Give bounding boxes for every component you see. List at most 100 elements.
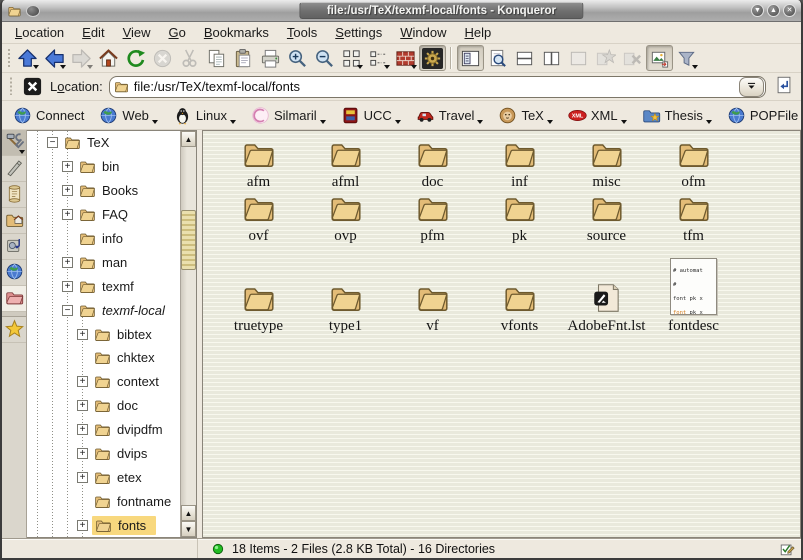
titlebar[interactable]: file:/usr/TeX/texmf-local/fonts - Konque…	[2, 0, 801, 22]
stop-button[interactable]	[149, 45, 176, 71]
collapse-icon[interactable]	[62, 305, 73, 316]
close-tab-button[interactable]	[619, 45, 646, 71]
cut-button[interactable]	[176, 45, 203, 71]
folder-item-afml[interactable]: afml	[302, 137, 389, 191]
expand-icon[interactable]	[77, 400, 88, 411]
zoom-in-button[interactable]	[284, 45, 311, 71]
expand-icon[interactable]	[77, 329, 88, 340]
folder-item-ovf[interactable]: ovf	[215, 191, 302, 245]
bookmark-web[interactable]: Web	[95, 104, 162, 127]
tree-item-fontname[interactable]: fontname	[27, 489, 180, 513]
split-left-right-button[interactable]	[538, 45, 565, 71]
image-preview-button[interactable]	[646, 45, 673, 71]
tree-item-etex[interactable]: etex	[27, 465, 180, 489]
filter-button[interactable]	[673, 45, 700, 71]
expand-icon[interactable]	[62, 281, 73, 292]
bookmark-ucc[interactable]: UCC	[337, 104, 405, 127]
paste-button[interactable]	[230, 45, 257, 71]
folder-item-ovp[interactable]: ovp	[302, 191, 389, 245]
menu-edit[interactable]: Edit	[73, 23, 113, 42]
folder-item-misc[interactable]: misc	[563, 137, 650, 191]
bricks-button[interactable]	[392, 45, 419, 71]
bookmark-linux[interactable]: Linux	[169, 104, 240, 127]
sidebar-tab-pen[interactable]	[2, 156, 26, 182]
close-button[interactable]: ✕	[783, 4, 796, 17]
expand-icon[interactable]	[77, 448, 88, 459]
sidebar-tab-root[interactable]	[2, 286, 26, 312]
list-view-button[interactable]	[365, 45, 392, 71]
file-item-fontdesc[interactable]: # automat # font pk x font pk x font pk …	[650, 258, 737, 335]
expand-icon[interactable]	[77, 424, 88, 435]
sidebar-configure-button[interactable]	[2, 130, 26, 156]
expand-icon[interactable]	[77, 520, 88, 531]
folder-item-afm[interactable]: afm	[215, 137, 302, 191]
minimize-button[interactable]: ▼	[751, 4, 764, 17]
zoom-out-button[interactable]	[311, 45, 338, 71]
folder-item-truetype[interactable]: truetype	[215, 281, 302, 335]
expand-icon[interactable]	[62, 209, 73, 220]
expand-icon[interactable]	[77, 472, 88, 483]
menu-bookmarks[interactable]: Bookmarks	[195, 23, 278, 42]
copy-button[interactable]	[203, 45, 230, 71]
folder-item-ofm[interactable]: ofm	[650, 137, 737, 191]
bookmark-tex[interactable]: TeX	[494, 104, 556, 127]
sidebar-tab-history[interactable]	[2, 182, 26, 208]
tree-item-bin[interactable]: bin	[27, 155, 180, 179]
find-button[interactable]	[484, 45, 511, 71]
sidebar-tab-bookmarks[interactable]	[2, 317, 26, 343]
home-button[interactable]	[95, 45, 122, 71]
print-button[interactable]	[257, 45, 284, 71]
folder-item-tfm[interactable]: tfm	[650, 191, 737, 245]
sticky-button[interactable]	[26, 5, 40, 17]
menu-tools[interactable]: Tools	[278, 23, 326, 42]
maximize-button[interactable]: ▲	[767, 4, 780, 17]
tree-item-books[interactable]: Books	[27, 179, 180, 203]
tree-scrollbar[interactable]: ▲ ▲ ▼	[180, 131, 196, 537]
up-button[interactable]	[14, 45, 41, 71]
bookmark-connect[interactable]: Connect	[9, 104, 88, 127]
file-item-adobefnt[interactable]: AdobeFnt.lst	[563, 281, 650, 335]
forward-button[interactable]	[68, 45, 95, 71]
menu-window[interactable]: Window	[391, 23, 455, 42]
tree-item-dvips[interactable]: dvips	[27, 442, 180, 466]
menu-location[interactable]: Location	[6, 23, 73, 42]
sidebar-toggle-button[interactable]	[457, 45, 484, 71]
tree-item-chktex[interactable]: chktex	[27, 346, 180, 370]
sidebar-tab-home[interactable]	[2, 208, 26, 234]
toolbar-grip[interactable]	[5, 46, 12, 70]
bookmark-xml[interactable]: XMLXML	[564, 104, 631, 127]
view-settings-icon[interactable]	[779, 541, 795, 557]
tree-item-faq[interactable]: FAQ	[27, 203, 180, 227]
collapse-icon[interactable]	[47, 137, 58, 148]
location-toolbar-grip[interactable]	[7, 75, 14, 98]
folder-item-vfonts[interactable]: vfonts	[476, 281, 563, 335]
scroll-up-button[interactable]: ▲	[181, 131, 196, 147]
tree-item-dvipdfm[interactable]: dvipdfm	[27, 418, 180, 442]
scrollbar-track[interactable]	[181, 147, 196, 505]
folder-item-pfm[interactable]: pfm	[389, 191, 476, 245]
new-tab-button[interactable]	[592, 45, 619, 71]
sidebar-tab-services[interactable]	[2, 234, 26, 260]
tree-item-fonts[interactable]: fonts	[27, 513, 180, 537]
scroll-down-button[interactable]: ▼	[181, 521, 196, 537]
tree-item-info[interactable]: info	[27, 227, 180, 251]
menu-settings[interactable]: Settings	[326, 23, 391, 42]
expand-icon[interactable]	[62, 161, 73, 172]
tree-item-doc[interactable]: doc	[27, 394, 180, 418]
gear-button[interactable]	[419, 45, 446, 71]
menu-go[interactable]: Go	[160, 23, 195, 42]
split-top-bottom-button[interactable]	[511, 45, 538, 71]
folder-item-source[interactable]: source	[563, 191, 650, 245]
folder-item-pk[interactable]: pk	[476, 191, 563, 245]
folder-item-doc[interactable]: doc	[389, 137, 476, 191]
bookmark-silmaril[interactable]: Silmaril	[247, 104, 330, 127]
location-dropdown-button[interactable]	[739, 77, 764, 97]
bookmark-popfile[interactable]: POPFile	[723, 104, 802, 127]
scroll-up-button-2[interactable]: ▲	[181, 505, 196, 521]
tree-item-tex[interactable]: TeX	[27, 131, 180, 155]
expand-icon[interactable]	[77, 376, 88, 387]
folder-view[interactable]: afm afml doc inf misc ofm ovf ovp pfm pk…	[202, 130, 801, 538]
expand-icon[interactable]	[62, 185, 73, 196]
remove-view-button[interactable]	[565, 45, 592, 71]
tree-item-bibtex[interactable]: bibtex	[27, 322, 180, 346]
